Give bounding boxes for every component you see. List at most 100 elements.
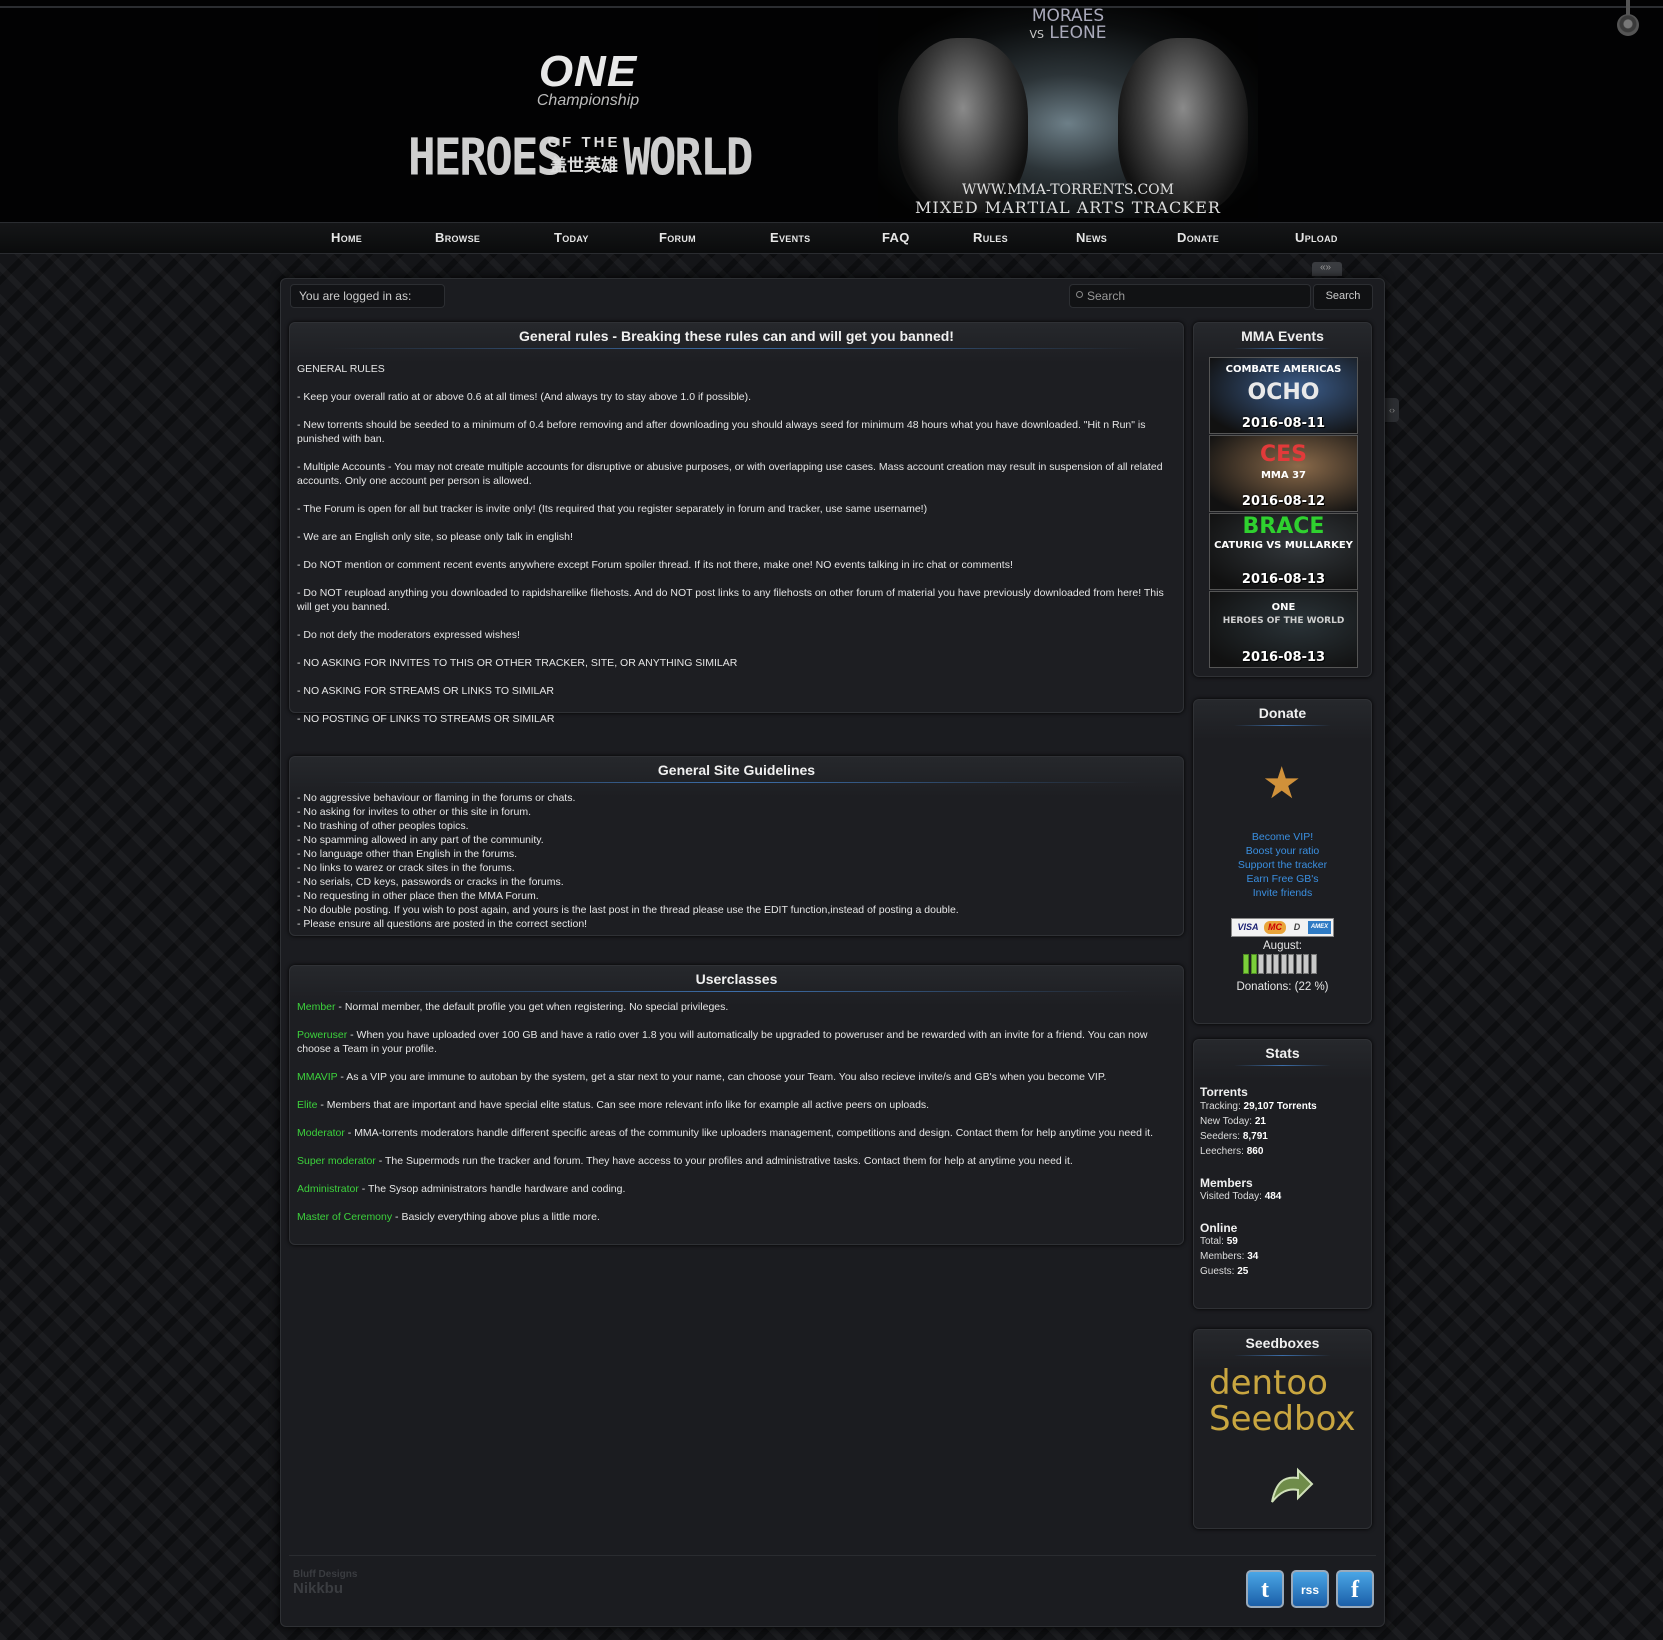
userclass-name: Poweruser <box>297 1029 348 1041</box>
nav-faq[interactable]: FAQ <box>882 230 910 245</box>
world-word: WORLD <box>623 127 753 187</box>
top-line <box>0 6 1663 8</box>
event-name: CES <box>1259 442 1308 467</box>
seedboxes-title: Seedboxes <box>1245 1335 1320 1351</box>
nav-donate[interactable]: Donate <box>1177 230 1219 245</box>
rule-item: - New torrents should be seeded to a min… <box>297 419 1146 445</box>
event-name: HEROES OF THE WORLD <box>1222 616 1345 626</box>
stat-label: Total: <box>1200 1236 1227 1247</box>
rss-icon[interactable]: rss <box>1291 1570 1329 1608</box>
guideline-item: - No links to warez or crack sites in th… <box>297 862 515 874</box>
nav-events[interactable]: Events <box>770 230 810 245</box>
nav-news[interactable]: News <box>1076 230 1107 245</box>
stats-panel: Stats Torrents Tracking: 29,107 Torrents… <box>1193 1039 1372 1309</box>
userclass-desc: - When you have uploaded over 100 GB and… <box>297 1029 1148 1055</box>
stat-value: 59 <box>1226 1236 1238 1247</box>
guideline-item: - No asking for invites to other or this… <box>297 806 532 818</box>
userclasses-title: Userclasses <box>695 971 778 987</box>
stat-label: Guests: <box>1200 1266 1238 1277</box>
userclass-name: Elite <box>297 1099 318 1111</box>
dentoo-ad-line1[interactable]: dentoo <box>1209 1366 1328 1400</box>
facebook-icon[interactable]: f <box>1336 1570 1374 1608</box>
main-nav: Home Browse Today Forum Events FAQ Rules… <box>0 222 1663 254</box>
site-guidelines-panel: General Site Guidelines - No aggressive … <box>289 756 1184 936</box>
stats-title: Stats <box>1265 1045 1300 1061</box>
event-banner[interactable]: ONE HEROES OF THE WORLD 2016-08-13 <box>1209 591 1358 668</box>
rule-item: - We are an English only site, so please… <box>297 531 573 543</box>
nav-today[interactable]: Today <box>554 230 589 245</box>
search-input[interactable] <box>1087 285 1302 307</box>
vip-star-icon[interactable]: ★ <box>1262 762 1301 806</box>
donation-progress-bar <box>1243 954 1319 974</box>
progress-segment <box>1288 954 1294 974</box>
guideline-item: - No requesting in other place then the … <box>297 890 539 902</box>
stat-online-guests: Guests: 25 <box>1200 1266 1248 1277</box>
progress-segment <box>1295 954 1302 974</box>
designer-credit-logo: Bluff Designs Nikkbu <box>293 1569 393 1609</box>
event-banner[interactable]: COMBATE AMERICAS OCHO 2016-08-11 <box>1209 357 1358 434</box>
collapse-header-button[interactable]: «» <box>1312 262 1342 276</box>
progress-segment <box>1243 954 1249 974</box>
gear-icon[interactable] <box>1617 14 1639 36</box>
payment-cards[interactable]: VISA MC D AMEX <box>1231 918 1334 937</box>
userclass-entry: MMAVIP - As a VIP you are immune to auto… <box>297 1070 1176 1084</box>
userclass-entry: Elite - Members that are important and h… <box>297 1098 1176 1112</box>
twitter-icon[interactable]: t <box>1246 1570 1284 1608</box>
visa-card-icon: VISA <box>1237 922 1259 932</box>
stats-members-heading: Members <box>1200 1176 1253 1190</box>
event-date: 2016-08-13 <box>1241 650 1326 665</box>
userclass-desc: - Members that are important and have sp… <box>317 1099 930 1111</box>
one-championship-logo[interactable]: ONE Championship <box>528 50 648 110</box>
sidebar-toggle-button[interactable]: ‹› <box>1385 398 1399 422</box>
userclass-entry: Administrator - The Sysop administrators… <box>297 1182 1176 1196</box>
event-date: 2016-08-12 <box>1241 494 1326 509</box>
nav-browse[interactable]: Browse <box>435 230 480 245</box>
site-guidelines-title: General Site Guidelines <box>657 762 816 778</box>
event-sub: ONE <box>1271 602 1296 613</box>
of-the-text: OF THE <box>547 134 621 151</box>
userclasses-body: Member - Normal member, the default prof… <box>290 992 1183 1224</box>
seedboxes-panel: Seedboxes dentoo Seedbox <box>1193 1329 1372 1529</box>
stat-online-total: Total: 59 <box>1200 1236 1238 1247</box>
userclass-entry: Super moderator - The Supermods run the … <box>297 1154 1176 1168</box>
stats-torrents-heading: Torrents <box>1200 1085 1248 1099</box>
guideline-item: - No aggressive behaviour or flaming in … <box>297 792 576 804</box>
collapse-arrows-icon: «» <box>1320 262 1332 273</box>
support-tracker-link[interactable]: Support the tracker <box>1194 859 1371 871</box>
event-banner[interactable]: CES MMA 37 2016-08-12 <box>1209 435 1358 512</box>
event-sub: MMA 37 <box>1260 470 1307 481</box>
chinese-title: 盖世英雄 <box>550 156 618 176</box>
heroes-of-the-world-logo: HEROES OF THE 盖世英雄 WORLD <box>408 127 753 187</box>
nav-home[interactable]: Home <box>331 230 362 245</box>
userclass-desc: - The Sysop administrators handle hardwa… <box>358 1183 626 1195</box>
dentoo-ad-line2[interactable]: Seedbox <box>1209 1402 1355 1436</box>
earn-free-gb-link[interactable]: Earn Free GB's <box>1194 873 1371 885</box>
credit-line-2: Nikkbu <box>293 1580 344 1597</box>
userclass-desc: - As a VIP you are immune to autoban by … <box>337 1071 1107 1083</box>
userclass-entry: Moderator - MMA-torrents moderators hand… <box>297 1126 1176 1140</box>
boost-ratio-link[interactable]: Boost your ratio <box>1194 845 1371 857</box>
site-tagline: MIXED MARTIAL ARTS TRACKER <box>915 198 1221 217</box>
stat-label: Members: <box>1200 1251 1248 1262</box>
general-rules-body: GENERAL RULES - Keep your overall ratio … <box>290 349 1183 726</box>
search-button[interactable]: Search <box>1313 284 1373 310</box>
userclass-name: Member <box>297 1001 336 1013</box>
guideline-item: - No language other than English in the … <box>297 848 518 860</box>
search-icon <box>1076 291 1083 298</box>
title-separator <box>1234 725 1331 726</box>
one-logo-subtitle: Championship <box>536 92 640 109</box>
search-box <box>1069 284 1311 308</box>
curved-arrow-icon[interactable] <box>1254 1448 1314 1508</box>
site-url: WWW.MMA-TORRENTS.COM <box>962 182 1174 198</box>
become-vip-link[interactable]: Become VIP! <box>1194 831 1371 843</box>
progress-segment <box>1310 954 1317 974</box>
userclass-desc: - Basicly everything above plus a little… <box>392 1211 600 1223</box>
invite-friends-link[interactable]: Invite friends <box>1194 887 1371 899</box>
rule-item: - Keep your overall ratio at or above 0.… <box>297 391 752 403</box>
nav-forum[interactable]: Forum <box>659 230 696 245</box>
nav-rules[interactable]: Rules <box>973 230 1008 245</box>
of-the-block: OF THE 盖世英雄 <box>544 134 624 176</box>
event-banner[interactable]: BRACE CATURIG VS MULLARKEY 2016-08-13 <box>1209 513 1358 590</box>
rule-item: - NO POSTING OF LINKS TO STREAMS OR SIMI… <box>297 713 555 725</box>
nav-upload[interactable]: Upload <box>1295 230 1338 245</box>
